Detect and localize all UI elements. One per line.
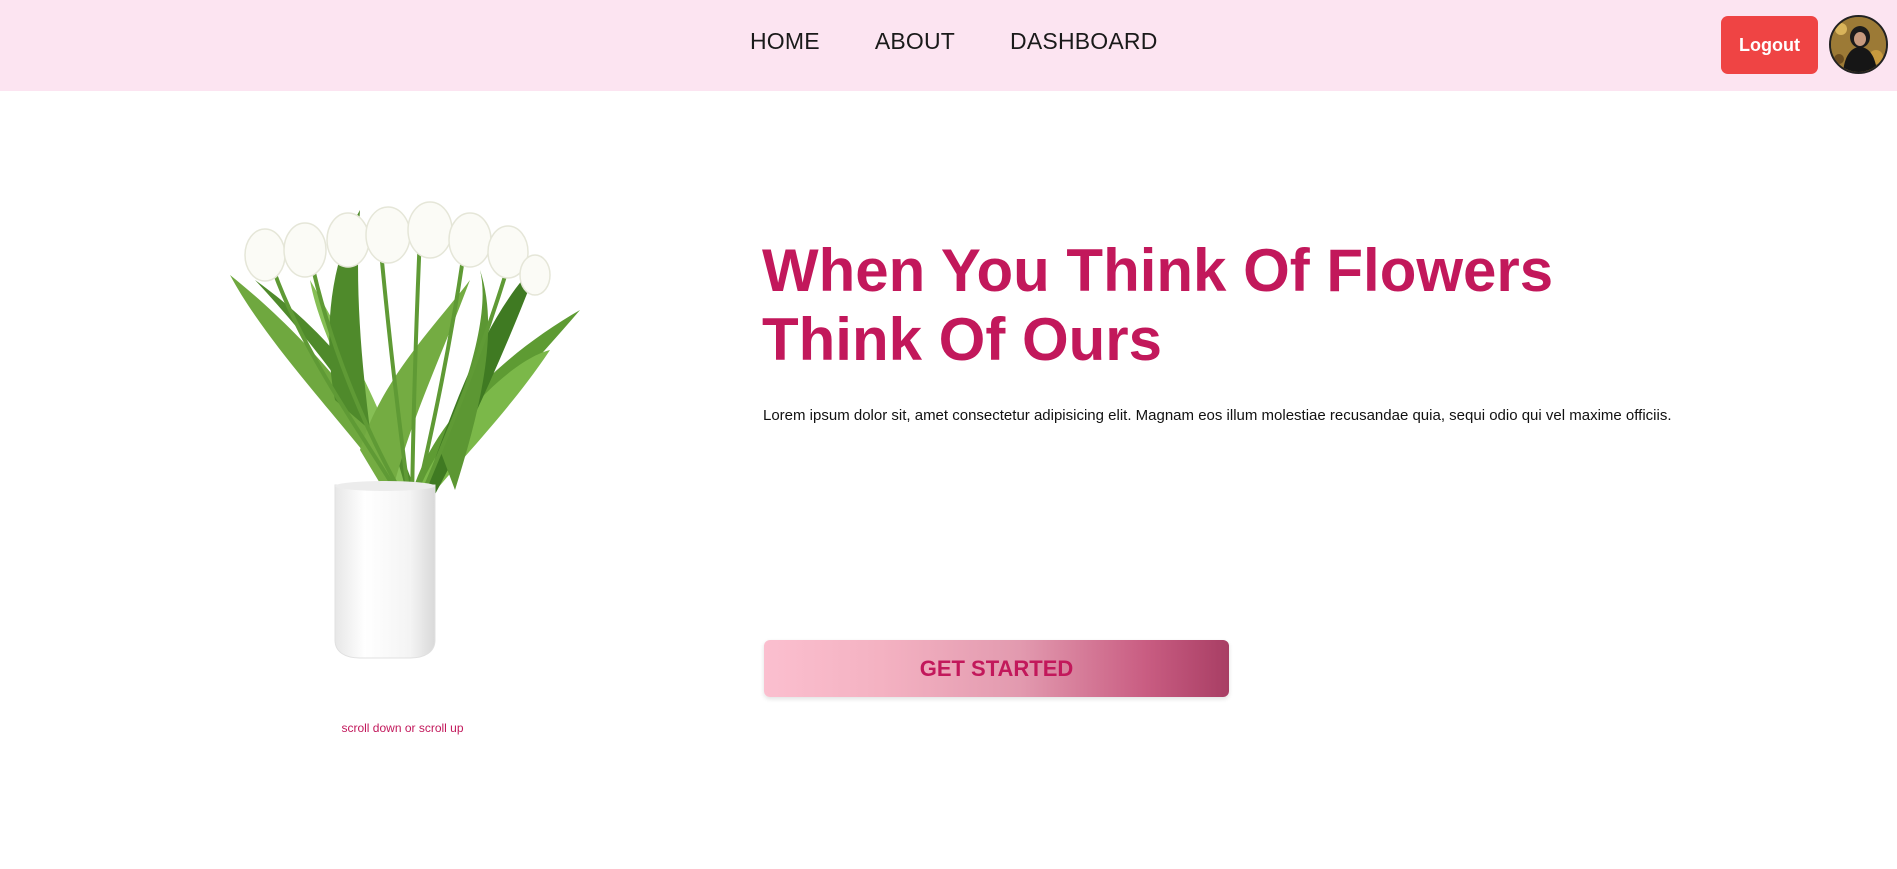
hero-title-line-2: Think Of Ours [762, 306, 1163, 373]
main-nav: HOME ABOUT DASHBOARD [750, 28, 1158, 55]
hero-description: Lorem ipsum dolor sit, amet consectetur … [763, 407, 1672, 424]
logout-button[interactable]: Logout [1721, 16, 1818, 74]
hero-title: When You Think Of Flowers Think Of Ours [762, 236, 1553, 374]
avatar[interactable] [1829, 15, 1888, 74]
get-started-button[interactable]: GET STARTED [764, 640, 1229, 697]
navbar: HOME ABOUT DASHBOARD Logout [0, 0, 1897, 91]
scroll-hint: scroll down or scroll up [341, 721, 464, 735]
hero-image [210, 200, 600, 660]
nav-home-link[interactable]: HOME [750, 28, 820, 55]
user-avatar-icon [1831, 17, 1886, 72]
nav-about-link[interactable]: ABOUT [875, 28, 955, 55]
hero-title-line-1: When You Think Of Flowers [762, 237, 1554, 304]
tulip-vase-icon [230, 201, 580, 659]
nav-dashboard-link[interactable]: DASHBOARD [1010, 28, 1158, 55]
